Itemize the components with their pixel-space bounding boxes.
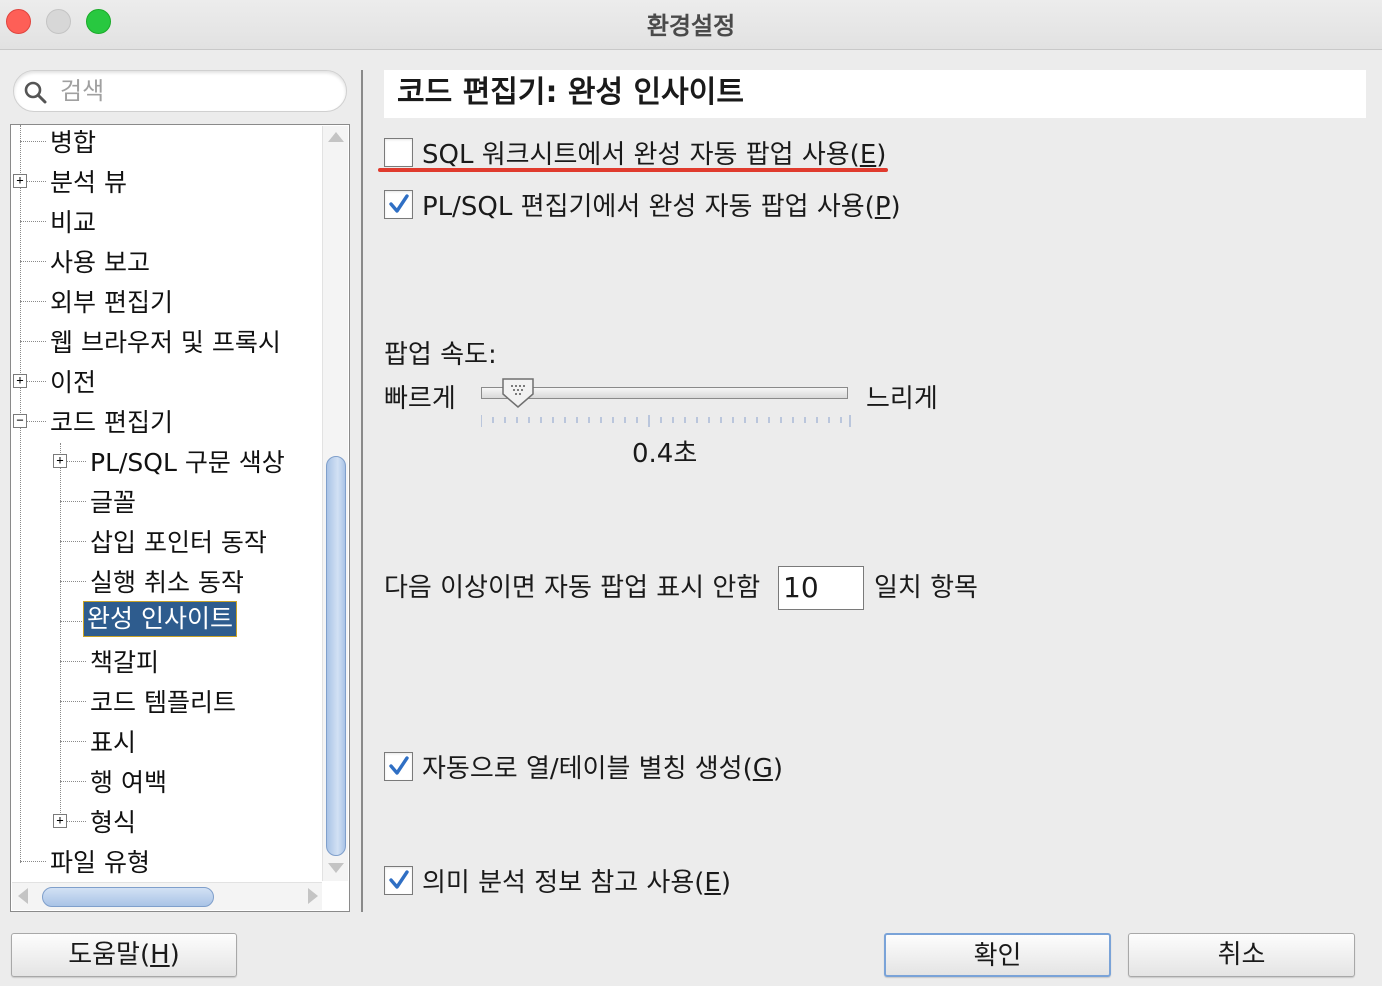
scroll-down-icon[interactable]: [328, 863, 344, 873]
threshold-input[interactable]: 10: [778, 566, 864, 610]
window-title: 환경설정: [646, 12, 736, 40]
tree-item-analysis-view[interactable]: 분석 뷰: [47, 165, 130, 205]
threshold-prefix-label: 다음 이상이면 자동 팝업 표시 안함: [384, 573, 761, 603]
tree-item-label: 웹 브라우저 및 프록시: [50, 328, 281, 357]
tree-item-migration[interactable]: 이전: [47, 365, 99, 405]
semantic-analysis-checkbox[interactable]: [384, 865, 413, 895]
cancel-button[interactable]: 취소: [1128, 933, 1355, 977]
auto-alias-checkbox[interactable]: [384, 751, 413, 781]
popup-speed-label: 팝업 속도:: [384, 340, 497, 370]
tree-horizontal-scrollbar[interactable]: [12, 882, 322, 910]
tree-item-label: 행 여백: [90, 768, 167, 797]
slider-thumb[interactable]: [501, 377, 535, 409]
checkmark-icon: [388, 194, 409, 213]
search-icon: [24, 81, 47, 104]
help-button[interactable]: 도움말(H): [11, 933, 237, 977]
scroll-left-icon[interactable]: [18, 888, 28, 904]
ok-button[interactable]: 확인: [884, 933, 1111, 977]
expand-icon[interactable]: +: [13, 374, 27, 388]
option-label: PL/SQL 편집기에서 완성 자동 팝업 사용(P): [422, 191, 901, 222]
panel-title: 코드 편집기: 완성 인사이트: [384, 70, 1366, 118]
tree-item-code-editor[interactable]: 코드 편집기: [47, 405, 176, 445]
tree-item-label: 코드 편집기: [50, 408, 173, 437]
annotation-underline: [378, 168, 888, 172]
expand-icon[interactable]: +: [13, 174, 27, 188]
tree-item-bookmarks[interactable]: 책갈피: [87, 645, 162, 685]
slider-slow-label: 느리게: [866, 384, 938, 414]
checkmark-icon: [388, 756, 409, 775]
tree-item-label: 책갈피: [90, 648, 160, 677]
tree-item-fonts[interactable]: 글꼴: [87, 485, 139, 525]
option-label: 자동으로 열/테이블 별칭 생성(G): [422, 753, 784, 784]
option-label: 의미 분석 정보 참고 사용(E): [422, 867, 731, 898]
scroll-up-icon[interactable]: [328, 132, 344, 142]
tree-item-completion-insight[interactable]: 완성 인사이트: [83, 601, 237, 641]
tree-item-label: 형식: [90, 808, 137, 837]
tree-item-code-templates[interactable]: 코드 템플리트: [87, 685, 239, 725]
checkmark-icon: [388, 870, 409, 889]
tree-item-file-types[interactable]: 파일 유형: [47, 845, 153, 885]
search-input[interactable]: [60, 74, 330, 108]
slider-fast-label: 빠르게: [384, 384, 456, 414]
tree-item-label: 파일 유형: [50, 848, 150, 877]
tree-item-display[interactable]: 표시: [87, 725, 139, 765]
tree-item-format[interactable]: 형식: [87, 805, 139, 845]
tree-vertical-scrollbar[interactable]: [322, 126, 348, 881]
preferences-tree: 병합 + 분석 뷰 비교 사용 보고 외부 편집기 웹 브라우저 및 프록시 +…: [10, 124, 350, 912]
scroll-right-icon[interactable]: [308, 888, 318, 904]
tree-item-label: 병합: [50, 128, 97, 157]
tree-item-label: 외부 편집기: [50, 288, 173, 317]
pane-divider[interactable]: [361, 70, 363, 912]
popup-speed-slider[interactable]: [481, 387, 848, 399]
tree-item-label: 표시: [90, 728, 137, 757]
collapse-icon[interactable]: −: [13, 414, 27, 428]
tree-item-label: 삽입 포인터 동작: [90, 528, 267, 557]
tree-item-web-browser-proxy[interactable]: 웹 브라우저 및 프록시: [47, 325, 284, 365]
vertical-scroll-thumb[interactable]: [326, 456, 346, 856]
semantic-analysis-option[interactable]: 의미 분석 정보 참고 사용(E): [384, 862, 731, 898]
tree-item-label: 비교: [50, 208, 97, 237]
horizontal-scroll-thumb[interactable]: [42, 887, 214, 907]
tree-item-usage-report[interactable]: 사용 보고: [47, 245, 153, 285]
tree-item-label: 완성 인사이트: [83, 601, 237, 637]
plsql-editor-autopopup-checkbox[interactable]: [384, 189, 413, 219]
search-field[interactable]: [13, 70, 347, 112]
sql-worksheet-autopopup-checkbox[interactable]: [384, 137, 413, 167]
tree-item-label: 코드 템플리트: [90, 688, 236, 717]
tree-item-plsql-syntax-colors[interactable]: PL/SQL 구문 색상: [87, 445, 288, 485]
tree-item-label: 글꼴: [90, 488, 137, 517]
tree-item-compare[interactable]: 비교: [47, 205, 99, 245]
popup-speed-value: 0.4초: [632, 439, 698, 469]
option-label: SQL 워크시트에서 완성 자동 팝업 사용(E): [422, 139, 887, 170]
expand-icon[interactable]: +: [53, 454, 67, 468]
tree-item-merge[interactable]: 병합: [47, 125, 99, 165]
expand-icon[interactable]: +: [53, 814, 67, 828]
tree-item-external-editor[interactable]: 외부 편집기: [47, 285, 176, 325]
tree-item-undo-behavior[interactable]: 실행 취소 동작: [87, 565, 247, 605]
tree-item-label: 이전: [50, 368, 97, 397]
tree-item-label: 분석 뷰: [50, 168, 127, 197]
tree-item-label: PL/SQL 구문 색상: [90, 448, 285, 477]
tree-item-caret-behavior[interactable]: 삽입 포인터 동작: [87, 525, 270, 565]
threshold-suffix-label: 일치 항목: [874, 573, 978, 603]
auto-alias-option[interactable]: 자동으로 열/테이블 별칭 생성(G): [384, 748, 783, 784]
tree-item-label: 실행 취소 동작: [90, 568, 244, 597]
plsql-editor-autopopup-option[interactable]: PL/SQL 편집기에서 완성 자동 팝업 사용(P): [384, 186, 901, 222]
tree-item-line-gutter[interactable]: 행 여백: [87, 765, 170, 805]
tree-item-label: 사용 보고: [50, 248, 150, 277]
sql-worksheet-autopopup-option[interactable]: SQL 워크시트에서 완성 자동 팝업 사용(E): [384, 134, 886, 170]
title-bar: 환경설정: [0, 0, 1382, 50]
slider-ticks: [481, 415, 851, 427]
